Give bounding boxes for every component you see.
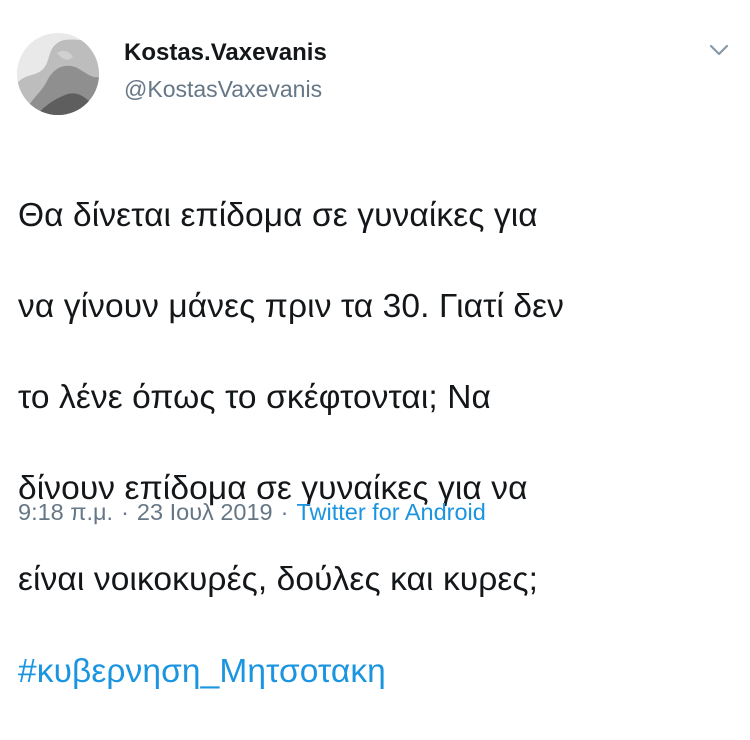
tweet-text-line: να γίνουν μάνες πριν τα 30. Γιατί δεν (18, 287, 564, 325)
tweet-text-line: Θα δίνεται επίδομα σε γυναίκες για (18, 196, 538, 234)
tweet-text-line: το λένε όπως το σκέφτονται; Να (18, 378, 491, 416)
tweet-metadata: 9:18 π.μ. · 23 Ιουλ 2019 · Twitter for Andro… (18, 497, 486, 527)
tweet-text: Θα δίνεται επίδομα σε γυναίκες για να γί… (18, 147, 738, 740)
avatar[interactable] (17, 33, 99, 115)
author-display-name[interactable]: Kostas.Vaxevanis (124, 38, 327, 68)
tweet-time[interactable]: 9:18 π.μ. (18, 499, 113, 525)
meta-separator: · (121, 499, 129, 525)
author-handle[interactable]: @KostasVaxevanis (124, 74, 322, 104)
meta-separator: · (280, 499, 289, 525)
tweet-card: Kostas.Vaxevanis @KostasVaxevanis Θα δίν… (0, 0, 750, 690)
tweet-source-link[interactable]: Twitter for Android (296, 499, 485, 525)
avatar-image (17, 33, 99, 115)
tweet-menu-button[interactable] (706, 40, 732, 60)
hashtag-link[interactable]: #κυβερνηση_Μητσοτακη (18, 653, 386, 690)
tweet-text-line: είναι νοικοκυρές, δούλες και κυρες; (18, 561, 539, 599)
tweet-date[interactable]: 23 Ιουλ 2019 (137, 499, 273, 525)
chevron-down-icon (709, 44, 729, 56)
